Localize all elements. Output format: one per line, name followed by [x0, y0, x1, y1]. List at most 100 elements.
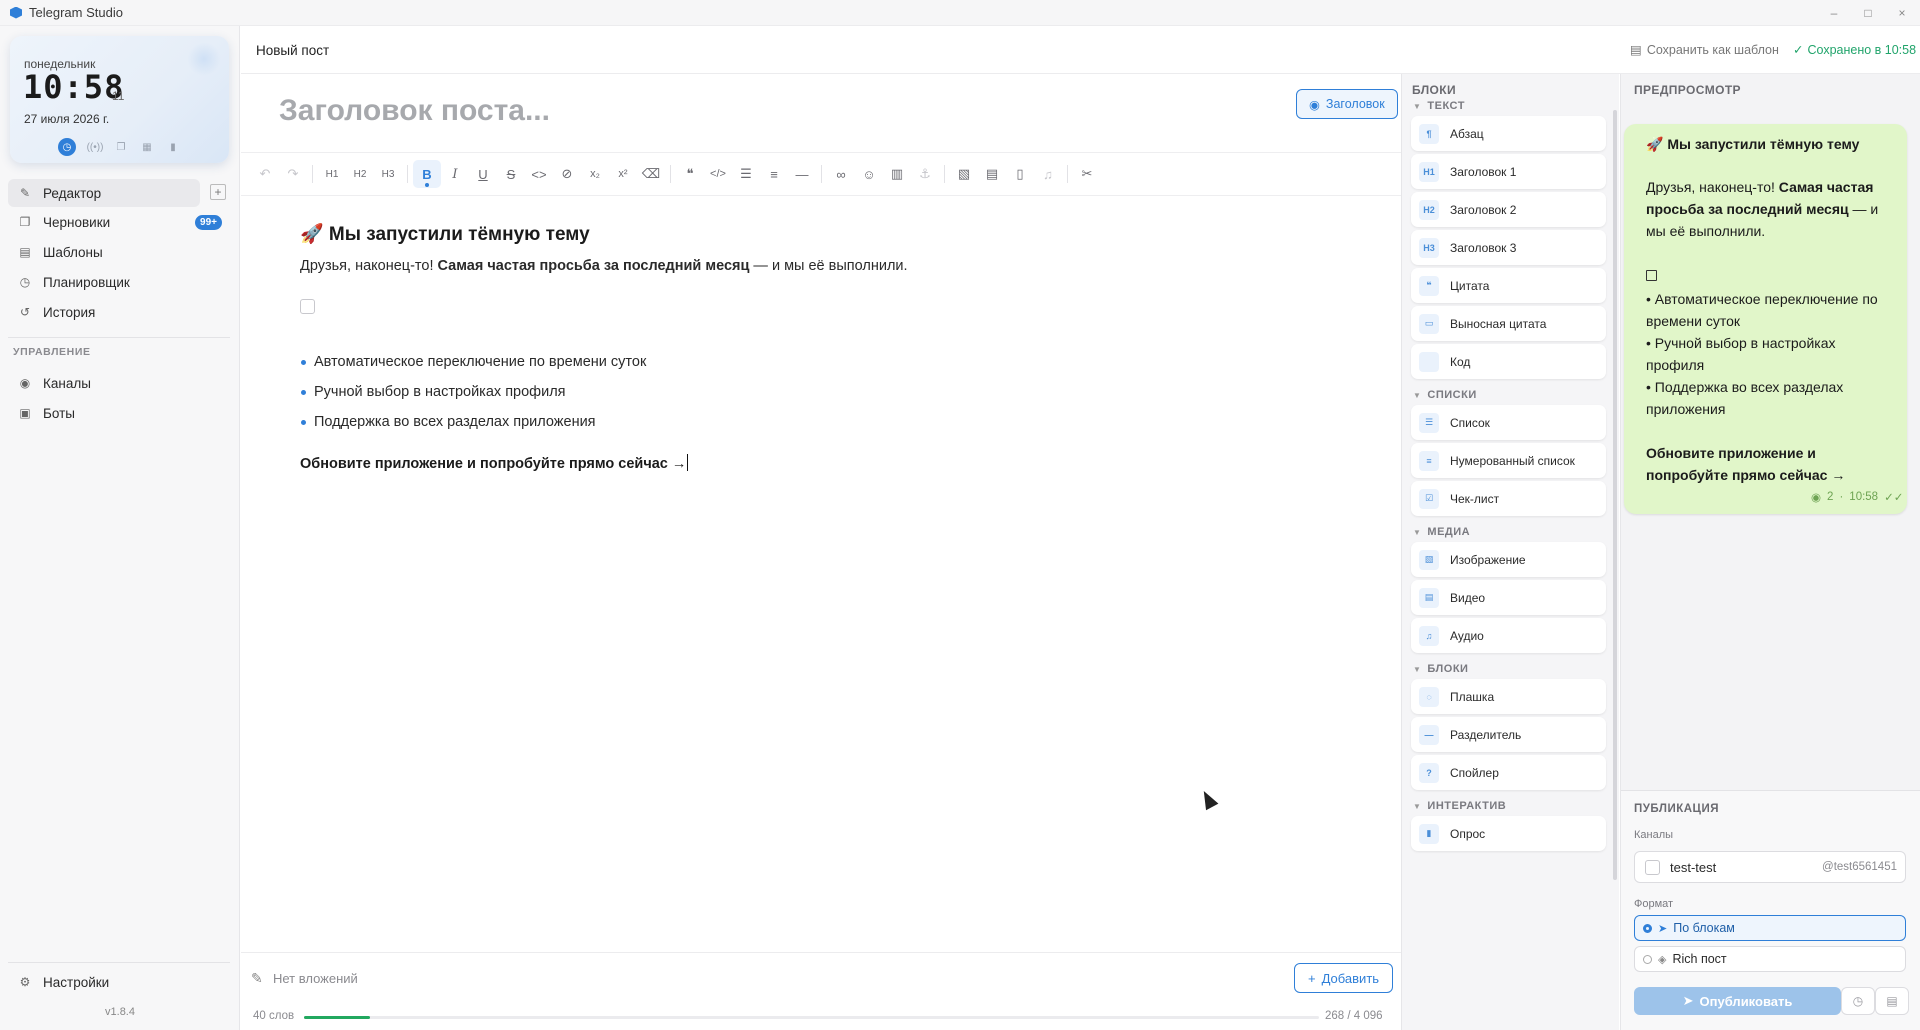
undo-icon[interactable]: ↶: [251, 160, 279, 188]
sidebar-item-settings[interactable]: ⚙ Настройки: [8, 968, 200, 996]
format-blocks-radio[interactable]: ➤ По блокам: [1634, 915, 1906, 941]
bullet-list-icon[interactable]: ☰: [732, 160, 760, 188]
chevron-down-icon: ▼: [1413, 801, 1422, 811]
block-item[interactable]: H2 Заголовок 2: [1411, 192, 1606, 227]
block-group-header[interactable]: ▼ БЛОКИ: [1413, 663, 1468, 675]
channel-checkbox[interactable]: [1645, 859, 1660, 875]
sidebar-item-label: Черновики: [43, 214, 111, 230]
maximize-button[interactable]: □: [1862, 6, 1874, 20]
file-icon[interactable]: ▯: [1006, 160, 1034, 188]
publish-button[interactable]: ➤ Опубликовать: [1634, 987, 1841, 1015]
cut-icon[interactable]: ✂: [1073, 160, 1101, 188]
numbered-list-icon[interactable]: ≡: [760, 160, 788, 188]
block-item[interactable]: ▧ Изображение: [1411, 542, 1606, 577]
superscript-icon[interactable]: x²: [609, 160, 637, 188]
block-item[interactable]: H3 Заголовок 3: [1411, 230, 1606, 265]
block-group-header[interactable]: ▼ ИНТЕРАКТИВ: [1413, 800, 1506, 812]
strikethrough-icon[interactable]: S: [497, 160, 525, 188]
heading1-button[interactable]: H1: [318, 160, 346, 188]
clock-icon[interactable]: ◷: [58, 138, 76, 156]
block-item[interactable]: ☑ Чек-лист: [1411, 481, 1606, 516]
block-icon: ♫: [1419, 625, 1439, 646]
post-heading: 🚀 Мы запустили тёмную тему: [300, 224, 590, 245]
link-icon[interactable]: ∞: [827, 160, 855, 188]
text-cursor: [687, 454, 689, 471]
block-group-header[interactable]: ▼ СПИСКИ: [1413, 389, 1477, 401]
redo-icon[interactable]: ↷: [279, 160, 307, 188]
block-item[interactable]: ◌ Плашка: [1411, 679, 1606, 714]
new-document-icon[interactable]: +: [210, 184, 226, 200]
channel-option[interactable]: test-test @test6561451: [1634, 851, 1906, 883]
app-title: Telegram Studio: [29, 5, 123, 20]
checklist-checkbox[interactable]: [300, 299, 315, 314]
divider-icon[interactable]: —: [788, 160, 816, 188]
send-icon: ➤: [1682, 993, 1694, 1008]
block-group-header[interactable]: ▼ ТЕКСТ: [1413, 100, 1465, 112]
block-group-header[interactable]: ▼ МЕДИА: [1413, 526, 1470, 538]
format-rich-radio[interactable]: ◈ Rich пост: [1634, 946, 1906, 972]
heading2-button[interactable]: H2: [346, 160, 374, 188]
post-title-input[interactable]: Заголовок поста...: [279, 94, 550, 128]
code-block-icon[interactable]: </>: [704, 160, 732, 188]
heading3-button[interactable]: H3: [374, 160, 402, 188]
block-item[interactable]: ≡ Нумерованный список: [1411, 443, 1606, 478]
video-icon[interactable]: ▤: [978, 160, 1006, 188]
subscript-icon[interactable]: x₂: [581, 160, 609, 188]
block-item[interactable]: ☰ Список: [1411, 405, 1606, 440]
minimize-button[interactable]: –: [1828, 6, 1840, 20]
block-item[interactable]: ❝ Цитата: [1411, 268, 1606, 303]
publish-title: ПУБЛИКАЦИЯ: [1634, 803, 1719, 815]
broadcast-icon[interactable]: ((•)): [87, 140, 104, 154]
spoiler-icon[interactable]: ⊘: [553, 160, 581, 188]
block-item[interactable]: ▮ Опрос: [1411, 816, 1606, 851]
image-icon[interactable]: ▧: [950, 160, 978, 188]
pencil-icon: ✎: [19, 186, 31, 200]
add-attachment-button[interactable]: + Добавить: [1294, 963, 1394, 993]
block-item[interactable]: ▤ Видео: [1411, 580, 1606, 615]
block-item[interactable]: H1 Заголовок 1: [1411, 154, 1606, 189]
chevron-down-icon: ▼: [1413, 390, 1422, 400]
save-template-button[interactable]: ▤ Сохранить как шаблон: [1630, 42, 1779, 58]
section-label-manage: УПРАВЛЕНИЕ: [13, 346, 91, 358]
sidebar-item-channels[interactable]: ◉ Каналы: [8, 369, 200, 397]
schedule-button[interactable]: ◷: [1841, 987, 1875, 1015]
clear-format-icon[interactable]: ⌫: [637, 160, 665, 188]
block-item[interactable]: ¶ Абзац: [1411, 116, 1606, 151]
app-logo-icon: [10, 6, 22, 19]
block-icon: ≡: [1419, 450, 1439, 471]
block-item[interactable]: — Разделитель: [1411, 717, 1606, 752]
chevron-down-icon: ▼: [1413, 527, 1422, 537]
save-template-icon-button[interactable]: ▤: [1875, 987, 1909, 1015]
copy-icon[interactable]: ❐: [114, 140, 128, 154]
audio-icon[interactable]: ♫: [1034, 160, 1062, 188]
block-item[interactable]: ♫ Аудио: [1411, 618, 1606, 653]
quote-icon[interactable]: ❝: [676, 160, 704, 188]
history-icon: ↺: [19, 305, 31, 319]
underline-icon[interactable]: U: [469, 160, 497, 188]
sidebar-item-scheduler[interactable]: ◷ Планировщик: [8, 268, 200, 296]
check-circle-icon: ✓: [1793, 43, 1804, 57]
sidebar-item-drafts[interactable]: ❐ Черновики 99+: [8, 208, 222, 236]
preview-checkbox: [1646, 270, 1657, 281]
block-item[interactable]: ? Спойлер: [1411, 755, 1606, 790]
channels-label: Каналы: [1634, 829, 1674, 841]
close-button[interactable]: ×: [1896, 6, 1908, 20]
preview-message-bubble: 🚀 Мы запустили тёмную тему Друзья, након…: [1624, 124, 1907, 514]
sidebar-item-bots[interactable]: ▣ Боты: [8, 399, 200, 427]
clipboard-icon[interactable]: ▥: [883, 160, 911, 188]
block-item[interactable]: Код: [1411, 344, 1606, 379]
italic-icon[interactable]: I: [441, 160, 469, 188]
anchor-icon[interactable]: ⚓: [911, 160, 939, 188]
blocks-scrollbar[interactable]: [1613, 110, 1617, 880]
bold-icon[interactable]: B: [413, 160, 441, 188]
sidebar-item-editor[interactable]: ✎ Редактор: [8, 179, 200, 207]
template-icon: ▤: [1886, 994, 1898, 1008]
sidebar-item-history[interactable]: ↺ История: [8, 298, 200, 326]
code-icon[interactable]: <>: [525, 160, 553, 188]
block-item[interactable]: ▭ Выносная цитата: [1411, 306, 1606, 341]
sidebar-item-templates[interactable]: ▤ Шаблоны: [8, 238, 200, 266]
header-toggle-button[interactable]: ◉ Заголовок: [1296, 89, 1398, 119]
emoji-icon[interactable]: ☺: [855, 160, 883, 188]
calendar-icon[interactable]: ▦: [140, 140, 154, 154]
stats-icon[interactable]: ▮: [166, 140, 180, 154]
